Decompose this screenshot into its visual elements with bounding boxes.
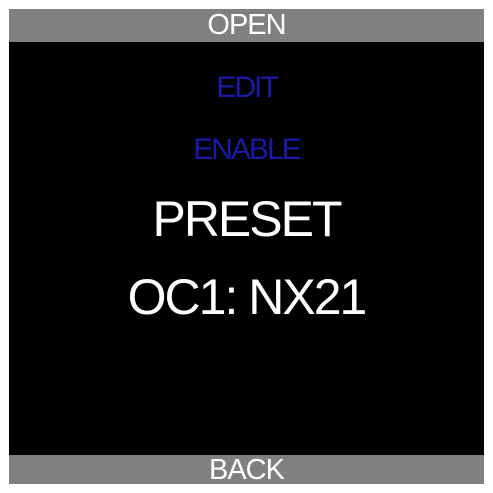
device-screen: OPEN EDIT ENABLE PRESET OC1: NX21 BACK <box>9 9 484 484</box>
preset-value: OC1: NX21 <box>127 269 368 325</box>
preset-title: PRESET <box>152 191 342 247</box>
menu-item-enable[interactable]: ENABLE <box>9 133 484 167</box>
open-softkey[interactable]: OPEN <box>9 9 484 42</box>
back-softkey[interactable]: BACK <box>9 455 484 484</box>
menu-item-edit[interactable]: EDIT <box>9 71 484 105</box>
